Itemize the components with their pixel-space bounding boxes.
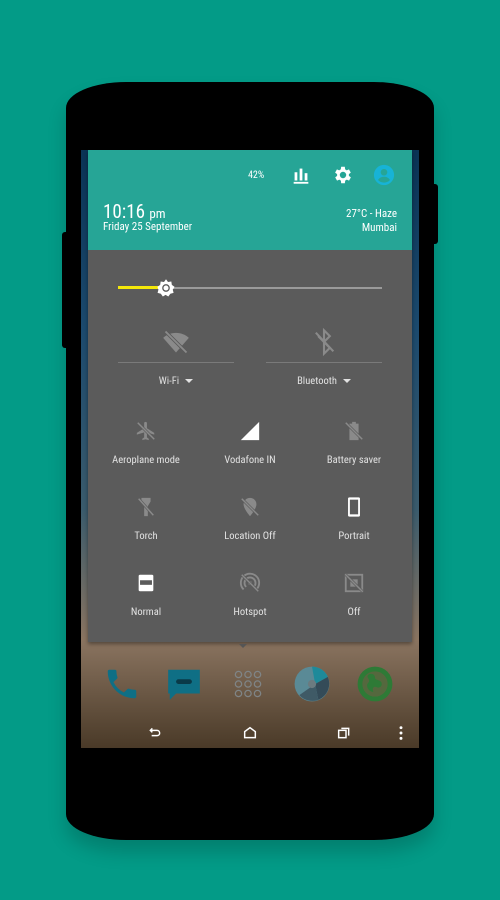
brightness-icon[interactable] [156, 278, 176, 298]
gear-icon[interactable] [332, 164, 354, 186]
globe-icon[interactable] [356, 665, 394, 703]
battery-level: 42% [248, 170, 265, 181]
divider [266, 362, 382, 363]
panel-drag-handle[interactable] [239, 644, 247, 648]
cell-signal-icon [240, 421, 260, 441]
tile-display-mode[interactable]: Normal [96, 572, 196, 628]
brightness-slider[interactable] [118, 278, 382, 298]
bar-chart-icon[interactable] [290, 164, 312, 186]
tile-mobile-network[interactable]: Vodafone IN [200, 420, 300, 476]
tile-battery-saver[interactable]: Battery saver [304, 420, 404, 476]
wifi-off-icon [163, 330, 189, 354]
tile-hotspot[interactable]: Hotspot [200, 572, 300, 628]
weather[interactable]: 27°C - Haze [346, 207, 397, 220]
tile-label: Battery saver [326, 453, 382, 466]
nfc-off-icon [344, 573, 364, 593]
camera-aperture-icon[interactable] [293, 665, 331, 703]
tile-nfc[interactable]: Off [304, 572, 404, 628]
display-mode-icon [138, 574, 154, 592]
recents-icon[interactable] [336, 725, 352, 741]
tile-label: Off [347, 605, 361, 618]
menu-icon[interactable] [393, 725, 409, 741]
tile-label: Location Off [224, 529, 276, 542]
quick-settings-panel: 42% 10:16 pm Friday 25 September 27°C - … [88, 150, 412, 642]
tile-label: Vodafone IN [224, 453, 276, 466]
divider [118, 362, 234, 363]
tile-label: Torch [134, 529, 158, 542]
tile-aeroplane-mode[interactable]: Aeroplane mode [96, 420, 196, 476]
hotspot-off-icon [239, 572, 261, 593]
flashlight-off-icon [137, 497, 155, 517]
screen-portrait-icon [348, 497, 360, 517]
wifi-toggle[interactable]: Wi-Fi [118, 322, 234, 392]
bluetooth-label[interactable]: Bluetooth [266, 374, 382, 387]
bluetooth-off-icon [315, 328, 335, 356]
wifi-label[interactable]: Wi-Fi [118, 374, 234, 387]
status-header: 42% 10:16 pm Friday 25 September 27°C - … [88, 150, 412, 250]
battery-saver-off-icon [344, 421, 364, 441]
tile-label: Portrait [338, 529, 370, 542]
tile-rotation[interactable]: Portrait [304, 496, 404, 552]
tile-label: Normal [130, 605, 162, 618]
account-circle-icon[interactable] [373, 164, 395, 186]
message-icon[interactable] [165, 665, 203, 703]
tile-torch[interactable]: Torch [96, 496, 196, 552]
date[interactable]: Friday 25 September [103, 220, 192, 233]
tile-label: Aeroplane mode [112, 453, 180, 466]
home-icon[interactable] [242, 725, 258, 741]
chevron-down-icon[interactable] [342, 379, 351, 384]
tile-location[interactable]: Location Off [200, 496, 300, 552]
back-icon[interactable] [147, 725, 163, 741]
weather-city: Mumbai [361, 221, 397, 234]
phone-icon[interactable] [103, 665, 141, 703]
phone-screen: 42% 10:16 pm Friday 25 September 27°C - … [81, 150, 419, 748]
tile-label: Hotspot [233, 605, 267, 618]
bluetooth-toggle[interactable]: Bluetooth [266, 322, 382, 392]
chevron-down-icon[interactable] [185, 379, 194, 384]
navigation-bar [81, 718, 419, 748]
airplane-off-icon [136, 421, 156, 441]
location-off-icon [240, 497, 260, 517]
app-drawer-icon[interactable] [229, 665, 267, 703]
